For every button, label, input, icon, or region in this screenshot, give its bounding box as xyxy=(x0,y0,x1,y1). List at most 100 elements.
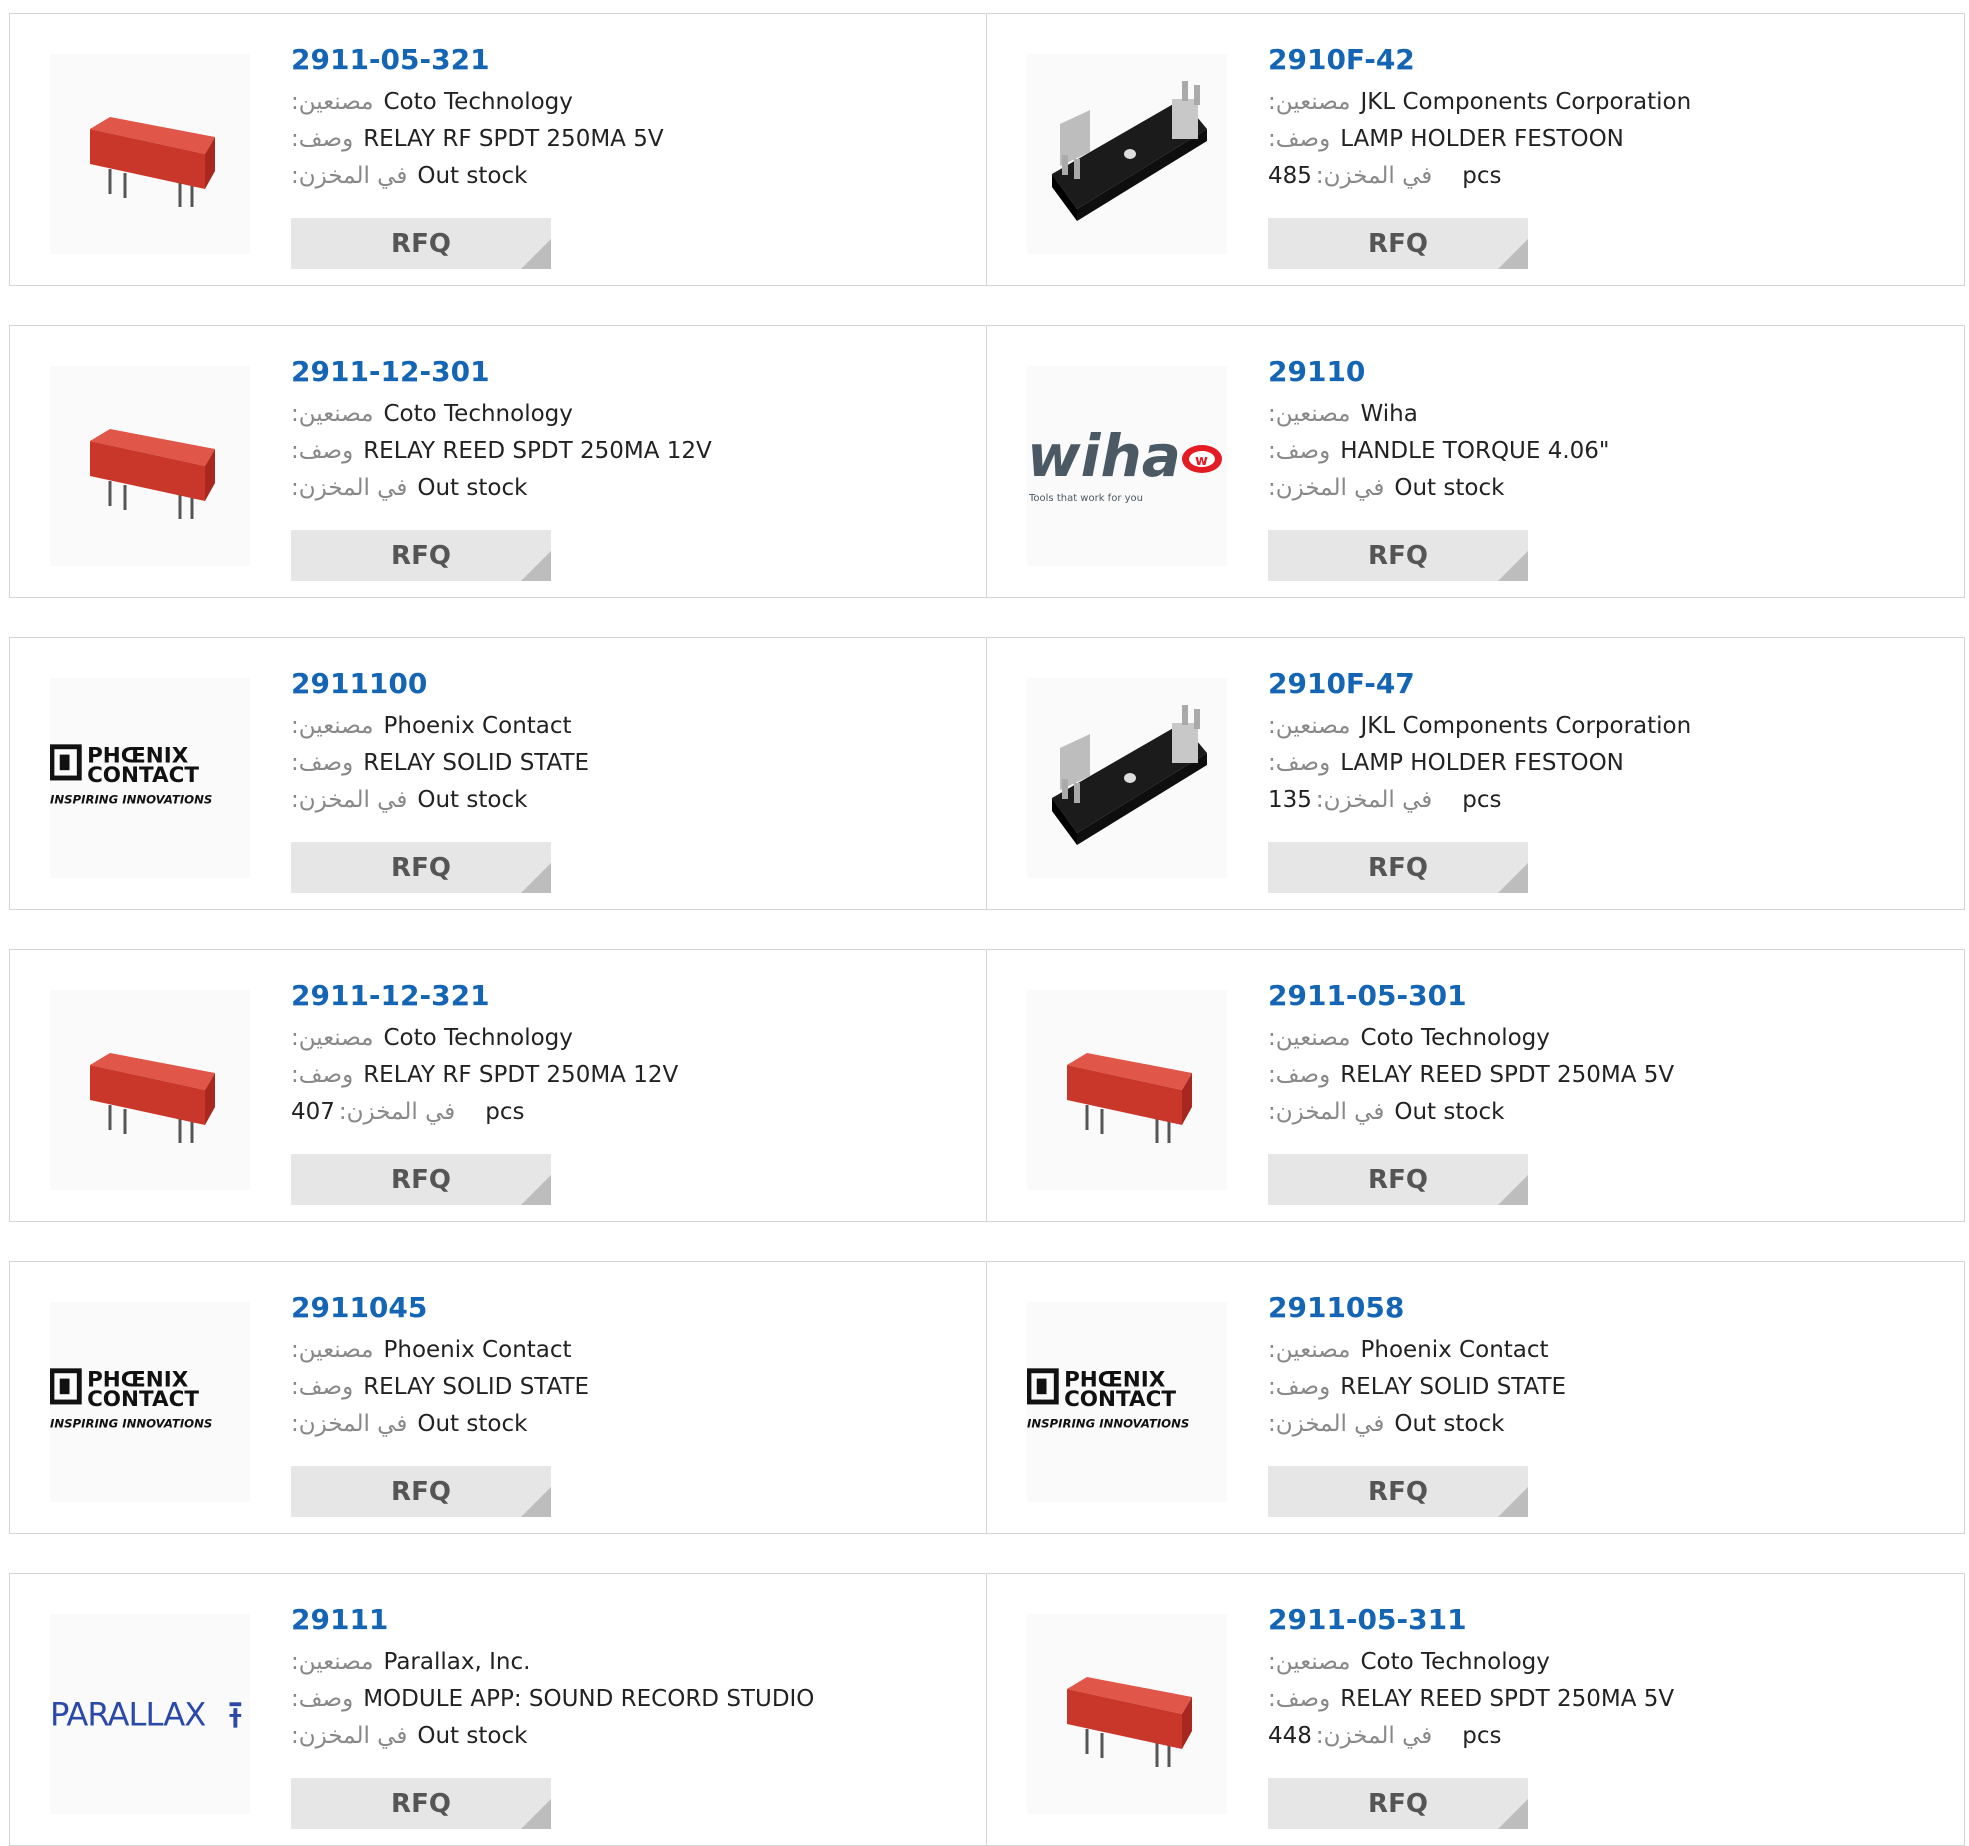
stock-value: 448 xyxy=(1268,1723,1312,1749)
manufacturer-value: JKL Components Corporation xyxy=(1360,89,1692,115)
description-value: LAMP HOLDER FESTOON xyxy=(1340,750,1624,776)
part-number-link[interactable]: 29111 xyxy=(291,1604,966,1636)
description-label: وصف: xyxy=(291,1062,354,1088)
part-number-link[interactable]: 2911045 xyxy=(291,1292,966,1324)
svg-text:Tools that work for you: Tools that work for you xyxy=(1028,493,1143,504)
stock-label: في المخزن: xyxy=(1315,1723,1433,1749)
description-value: LAMP HOLDER FESTOON xyxy=(1340,126,1624,152)
red-reed-relay-image[interactable] xyxy=(50,54,250,254)
rfq-button[interactable]: RFQ xyxy=(1268,1466,1528,1517)
product-row: 2911-05-321 مصنعين: Coto Technology وصف: REL… xyxy=(9,13,1965,286)
description: وصف: RELAY RF SPDT 250MA 5V xyxy=(291,121,966,158)
rfq-button[interactable]: RFQ xyxy=(291,218,551,269)
manufacturer-value: Phoenix Contact xyxy=(1360,1337,1549,1363)
rfq-button[interactable]: RFQ xyxy=(291,1778,551,1829)
red-reed-relay-image[interactable] xyxy=(1027,990,1227,1190)
parallax-logo[interactable]: PARALLAX xyxy=(50,1614,250,1814)
manufacturer: مصنعين: Phoenix Contact xyxy=(291,708,966,745)
description: وصف: RELAY REED SPDT 250MA 12V xyxy=(291,433,966,470)
description-value: RELAY RF SPDT 250MA 12V xyxy=(363,1062,679,1088)
rfq-button[interactable]: RFQ xyxy=(291,1466,551,1517)
stock: 135 في المخزن: pcs xyxy=(1268,782,1944,819)
manufacturer-label: مصنعين: xyxy=(291,1649,374,1675)
rfq-button[interactable]: RFQ xyxy=(291,530,551,581)
manufacturer-label: مصنعين: xyxy=(1268,1337,1351,1363)
manufacturer-value: Coto Technology xyxy=(383,89,573,115)
stock-value: Out stock xyxy=(417,475,528,501)
description: وصف: RELAY SOLID STATE xyxy=(291,745,966,782)
rfq-button[interactable]: RFQ xyxy=(1268,1154,1528,1205)
stock: 448 في المخزن: pcs xyxy=(1268,1718,1944,1755)
product-row: 2911-12-321 مصنعين: Coto Technology وصف: REL… xyxy=(9,949,1965,1222)
description-label: وصف: xyxy=(1268,1062,1331,1088)
manufacturer-label: مصنعين: xyxy=(291,713,374,739)
corner-triangle-icon xyxy=(521,1487,551,1517)
product-card: 2910F-47 مصنعين: JKL Components Corporatio… xyxy=(987,637,1965,910)
product-card: 2910F-42 مصنعين: JKL Components Corporatio… xyxy=(987,13,1965,286)
description-value: RELAY REED SPDT 250MA 5V xyxy=(1340,1686,1675,1712)
manufacturer-label: مصنعين: xyxy=(291,1337,374,1363)
manufacturer: مصنعين: Phoenix Contact xyxy=(1268,1332,1944,1369)
rfq-button[interactable]: RFQ xyxy=(1268,842,1528,893)
wiha-logo[interactable]: wiha w Tools that work for you xyxy=(1027,366,1227,566)
stock-value: Out stock xyxy=(417,1723,528,1749)
product-card: PARALLAX 29111 مصنعين: Parallax, Inc. وصف: MO… xyxy=(9,1573,987,1846)
part-number-link[interactable]: 2911058 xyxy=(1268,1292,1944,1324)
black-lamp-holder-image[interactable] xyxy=(1027,54,1227,254)
part-number-link[interactable]: 2911-05-311 xyxy=(1268,1604,1944,1636)
description: وصف: RELAY SOLID STATE xyxy=(1268,1369,1944,1406)
red-reed-relay-image[interactable] xyxy=(50,366,250,566)
stock: 485 في المخزن: pcs xyxy=(1268,158,1944,195)
description: وصف: RELAY REED SPDT 250MA 5V xyxy=(1268,1057,1944,1094)
part-number-link[interactable]: 2911-05-301 xyxy=(1268,980,1944,1012)
product-card: wiha w Tools that work for you 29110 مصنعين:… xyxy=(987,325,1965,598)
stock-value: Out stock xyxy=(417,163,528,189)
rfq-button[interactable]: RFQ xyxy=(1268,1778,1528,1829)
product-info: 29111 مصنعين: Parallax, Inc. وصف: MODULE APP… xyxy=(291,1604,966,1755)
description-value: RELAY SOLID STATE xyxy=(363,750,590,776)
product-card: 2911-05-321 مصنعين: Coto Technology وصف: REL… xyxy=(9,13,987,286)
product-info: 2910F-42 مصنعين: JKL Components Corporatio… xyxy=(1268,44,1944,195)
manufacturer: مصنعين: Coto Technology xyxy=(291,1020,966,1057)
svg-text:PARALLAX: PARALLAX xyxy=(50,1696,206,1734)
rfq-button[interactable]: RFQ xyxy=(291,1154,551,1205)
part-number-link[interactable]: 2911-12-321 xyxy=(291,980,966,1012)
corner-triangle-icon xyxy=(521,1175,551,1205)
product-card: 2911-05-311 مصنعين: Coto Technology وصف: REL… xyxy=(987,1573,1965,1846)
description-label: وصف: xyxy=(1268,126,1331,152)
manufacturer: مصنعين: Coto Technology xyxy=(1268,1644,1944,1681)
stock: في المخزن: Out stock xyxy=(1268,470,1944,507)
manufacturer-value: JKL Components Corporation xyxy=(1360,713,1692,739)
svg-text:wiha: wiha xyxy=(1027,422,1181,490)
stock-label: في المخزن: xyxy=(1315,787,1433,813)
stock-label: في المخزن: xyxy=(291,787,408,813)
stock: في المخزن: Out stock xyxy=(1268,1094,1944,1131)
part-number-link[interactable]: 29110 xyxy=(1268,356,1944,388)
manufacturer-value: Coto Technology xyxy=(383,1025,573,1051)
description-label: وصف: xyxy=(1268,1686,1331,1712)
part-number-link[interactable]: 2910F-47 xyxy=(1268,668,1944,700)
stock: في المخزن: Out stock xyxy=(291,782,966,819)
part-number-link[interactable]: 2911-12-301 xyxy=(291,356,966,388)
rfq-button[interactable]: RFQ xyxy=(1268,530,1528,581)
svg-text:INSPIRING INNOVATIONS: INSPIRING INNOVATIONS xyxy=(50,792,212,806)
part-number-link[interactable]: 2911-05-321 xyxy=(291,44,966,76)
rfq-button[interactable]: RFQ xyxy=(291,842,551,893)
svg-text:w: w xyxy=(1195,453,1208,469)
phoenix-contact-logo[interactable]: PHŒNIX CONTACT INSPIRING INNOVATIONS xyxy=(50,1302,250,1502)
description: وصف: LAMP HOLDER FESTOON xyxy=(1268,121,1944,158)
part-number-link[interactable]: 2911100 xyxy=(291,668,966,700)
product-card: PHŒNIX CONTACT INSPIRING INNOVATIONS 291104… xyxy=(9,1261,987,1534)
part-number-link[interactable]: 2910F-42 xyxy=(1268,44,1944,76)
phoenix-contact-logo[interactable]: PHŒNIX CONTACT INSPIRING INNOVATIONS xyxy=(1027,1302,1227,1502)
black-lamp-holder-image[interactable] xyxy=(1027,678,1227,878)
rfq-button[interactable]: RFQ xyxy=(1268,218,1528,269)
red-reed-relay-image[interactable] xyxy=(1027,1614,1227,1814)
red-reed-relay-image[interactable] xyxy=(50,990,250,1190)
phoenix-contact-logo[interactable]: PHŒNIX CONTACT INSPIRING INNOVATIONS xyxy=(50,678,250,878)
description-label: وصف: xyxy=(1268,438,1331,464)
product-card: PHŒNIX CONTACT INSPIRING INNOVATIONS 291105… xyxy=(987,1261,1965,1534)
product-info: 2911-12-301 مصنعين: Coto Technology وصف: REL… xyxy=(291,356,966,507)
product-card: 2911-12-301 مصنعين: Coto Technology وصف: REL… xyxy=(9,325,987,598)
description: وصف: RELAY REED SPDT 250MA 5V xyxy=(1268,1681,1944,1718)
